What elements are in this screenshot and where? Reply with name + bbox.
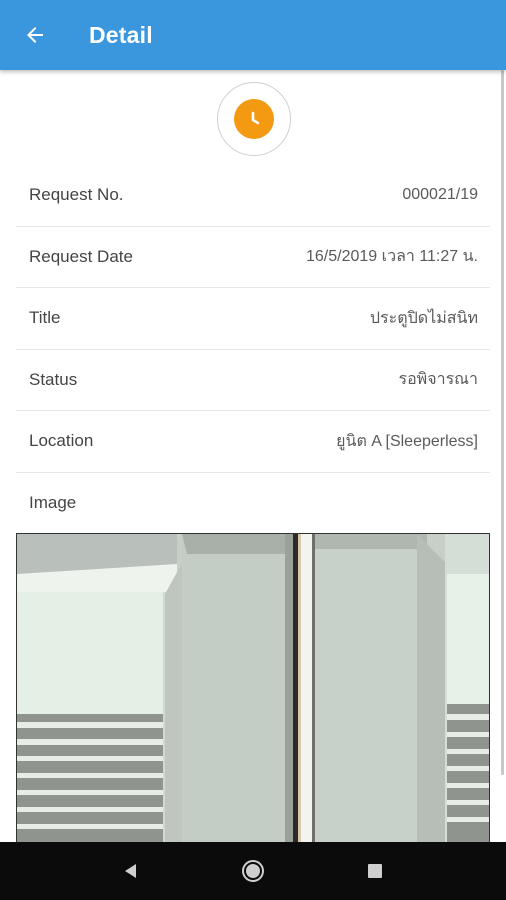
door-photo-illustration — [17, 534, 489, 842]
request-no-value: 000021/19 — [402, 186, 478, 204]
nav-recents-button[interactable] — [350, 846, 400, 896]
status-indicator — [217, 82, 291, 156]
scrollbar[interactable] — [501, 70, 504, 775]
clock-icon — [251, 111, 260, 125]
page-title: Detail — [89, 21, 153, 48]
image-label: Image — [29, 493, 77, 513]
detail-row-request-date: Request Date 16/5/2019 เวลา 11:27 น. — [16, 227, 490, 288]
app-bar: Detail — [0, 0, 506, 70]
title-label: Title — [29, 308, 61, 328]
nav-home-button[interactable] — [228, 846, 278, 896]
request-no-label: Request No. — [29, 185, 124, 205]
back-button[interactable] — [0, 0, 70, 70]
location-value: ยูนิต A [Sleeperless] — [336, 432, 478, 450]
detail-row-image: Image — [16, 473, 490, 535]
detail-row-status: Status รอพิจารณา — [16, 350, 490, 411]
detail-list: Request No. 000021/19 Request Date 16/5/… — [16, 165, 490, 534]
request-date-label: Request Date — [29, 246, 133, 266]
detail-row-title: Title ประตูปิดไม่สนิท — [16, 288, 490, 350]
status-value: รอพิจารณา — [398, 371, 478, 389]
detail-row-request-no: Request No. 000021/19 — [16, 165, 490, 227]
request-date-value: 16/5/2019 เวลา 11:27 น. — [306, 248, 478, 266]
status-circle — [234, 99, 274, 139]
circle-home-icon — [242, 860, 264, 882]
system-nav-bar — [0, 842, 506, 900]
triangle-back-icon — [125, 864, 136, 878]
detail-row-location: Location ยูนิต A [Sleeperless] — [16, 411, 490, 473]
location-label: Location — [29, 431, 94, 451]
detail-content[interactable]: Request No. 000021/19 Request Date 16/5/… — [0, 70, 506, 842]
square-recents-icon — [368, 864, 382, 878]
nav-back-button[interactable] — [106, 846, 156, 896]
request-photo[interactable] — [16, 533, 490, 842]
arrow-left-icon — [27, 27, 43, 43]
status-label: Status — [29, 369, 78, 389]
title-value: ประตูปิดไม่สนิท — [369, 309, 478, 327]
